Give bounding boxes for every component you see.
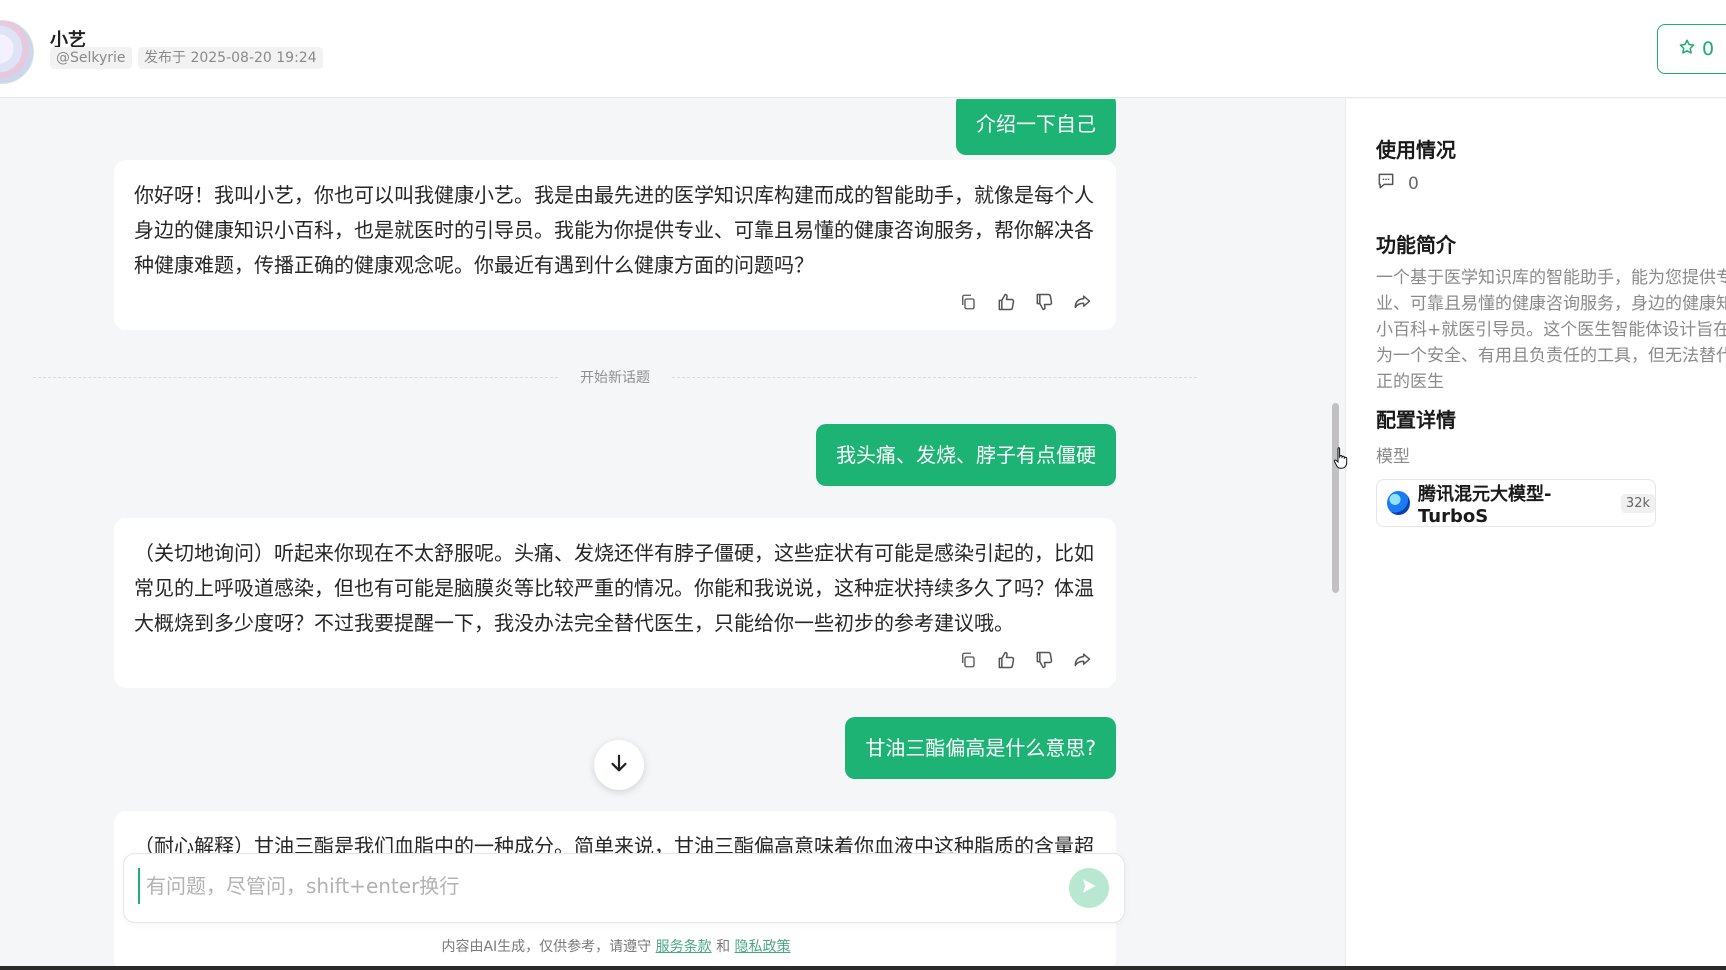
hand-cursor-icon bbox=[1332, 446, 1350, 474]
model-logo-icon bbox=[1387, 491, 1410, 515]
thumbs-down-icon[interactable] bbox=[1034, 650, 1054, 670]
footer-disclaimer: 内容由AI生成，仅供参考，请遵守 服务条款 和 隐私政策 bbox=[441, 939, 791, 955]
terms-link[interactable]: 服务条款 bbox=[656, 939, 712, 955]
author-handle: @Selkyrie bbox=[50, 47, 132, 69]
assistant-message-text: （关切地询问）听起来你现在不太舒服呢。头痛、发烧还伴有脖子僵硬，这些症状有可能是… bbox=[134, 541, 1094, 635]
assistant-message-text: 你好呀！我叫小艺，你也可以叫我健康小艺。我是由最先进的医学知识库构建而成的智能助… bbox=[134, 183, 1094, 277]
copy-icon[interactable] bbox=[958, 292, 978, 312]
model-label: 模型 bbox=[1376, 447, 1410, 467]
favorite-count: 0 bbox=[1702, 38, 1715, 60]
thumbs-up-icon[interactable] bbox=[996, 650, 1016, 670]
message-actions bbox=[134, 645, 1094, 675]
config-title: 配置详情 bbox=[1376, 408, 1456, 432]
chat-input[interactable] bbox=[138, 868, 1048, 904]
chat-input-box bbox=[123, 853, 1125, 923]
user-message: 介绍一下自己 bbox=[956, 99, 1116, 155]
copy-icon[interactable] bbox=[958, 650, 978, 670]
star-icon bbox=[1678, 38, 1696, 61]
comment-icon bbox=[1376, 171, 1396, 196]
new-topic-divider: 开始新话题 bbox=[33, 367, 1197, 387]
send-icon bbox=[1080, 877, 1098, 899]
thumbs-up-icon[interactable] bbox=[996, 292, 1016, 312]
header: 小艺 @Selkyrie 发布于 2025-08-20 19:24 0 bbox=[0, 0, 1726, 98]
model-card[interactable]: 腾讯混元大模型-TurboS 32k bbox=[1376, 479, 1656, 527]
user-message: 我头痛、发烧、脖子有点僵硬 bbox=[816, 424, 1116, 486]
assistant-message: 你好呀！我叫小艺，你也可以叫我健康小艺。我是由最先进的医学知识库构建而成的智能助… bbox=[114, 160, 1116, 330]
privacy-link[interactable]: 隐私政策 bbox=[735, 939, 791, 955]
share-icon[interactable] bbox=[1072, 650, 1092, 670]
avatar[interactable] bbox=[0, 20, 34, 84]
usage-title: 使用情况 bbox=[1376, 138, 1456, 162]
assistant-message: （关切地询问）听起来你现在不太舒服呢。头痛、发烧还伴有脖子僵硬，这些症状有可能是… bbox=[114, 518, 1116, 688]
chat-area[interactable]: 介绍一下自己 你好呀！我叫小艺，你也可以叫我健康小艺。我是由最先进的医学知识库构… bbox=[0, 99, 1345, 970]
chat-scrollbar[interactable] bbox=[1332, 403, 1339, 593]
publish-date: 发布于 2025-08-20 19:24 bbox=[138, 47, 323, 69]
send-button[interactable] bbox=[1069, 868, 1109, 908]
window-bottom-edge bbox=[0, 966, 1726, 970]
model-context-badge: 32k bbox=[1620, 493, 1655, 513]
info-sidebar: 使用情况 0 功能简介 一个基于医学知识库的智能助手，能为您提供专业、可靠且易懂… bbox=[1345, 99, 1726, 970]
usage-count: 0 bbox=[1408, 173, 1419, 194]
share-icon[interactable] bbox=[1072, 292, 1092, 312]
intro-title: 功能简介 bbox=[1376, 233, 1456, 257]
intro-text: 一个基于医学知识库的智能助手，能为您提供专业、可靠且易懂的健康咨询服务，身边的健… bbox=[1376, 268, 1726, 392]
thumbs-down-icon[interactable] bbox=[1034, 292, 1054, 312]
usage-stats: 0 bbox=[1376, 171, 1419, 196]
user-message: 甘油三酯偏高是什么意思? bbox=[845, 717, 1116, 779]
arrow-down-icon bbox=[608, 752, 630, 778]
model-name: 腾讯混元大模型-TurboS bbox=[1417, 483, 1552, 527]
favorite-button[interactable]: 0 bbox=[1657, 24, 1726, 74]
scroll-to-bottom-button[interactable] bbox=[594, 740, 644, 790]
message-actions bbox=[134, 287, 1094, 317]
